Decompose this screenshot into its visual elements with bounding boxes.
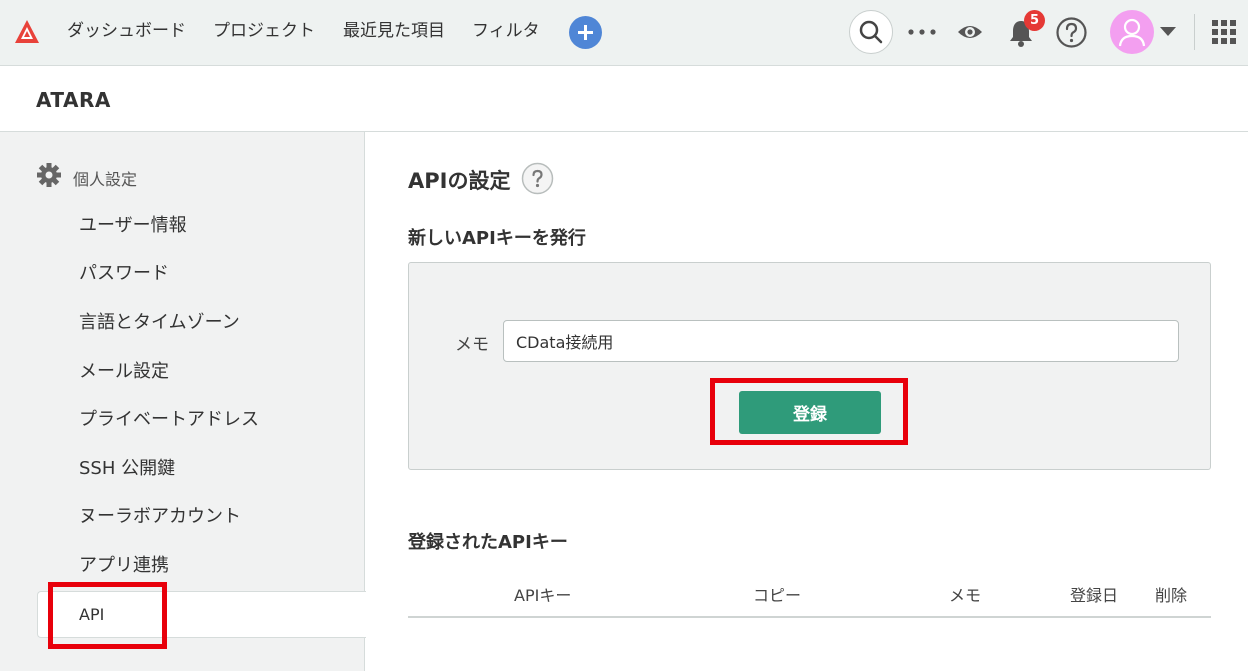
column-memo: メモ: [949, 586, 982, 605]
user-silhouette-icon: [1118, 18, 1146, 47]
nav-dashboard[interactable]: ダッシュボード: [67, 20, 186, 42]
chevron-down-icon[interactable]: [1160, 27, 1176, 36]
divider: [1194, 14, 1195, 50]
apps-grid-icon[interactable]: [1211, 19, 1237, 45]
sidebar-item-app-integration[interactable]: アプリ連携: [79, 554, 169, 578]
registered-api-keys-heading: 登録されたAPIキー: [408, 532, 568, 553]
sidebar-item-password[interactable]: パスワード: [79, 262, 169, 286]
page-title: APIの設定: [408, 169, 511, 193]
nav-projects[interactable]: プロジェクト: [213, 20, 315, 42]
memo-label: メモ: [455, 335, 489, 355]
space-header: ATARA: [0, 66, 1248, 132]
sidebar-item-mail-settings[interactable]: メール設定: [79, 360, 169, 384]
notification-badge: 5: [1024, 10, 1045, 31]
plus-icon[interactable]: [569, 16, 602, 49]
sidebar-item-nulab-account[interactable]: ヌーラボアカウント: [79, 505, 241, 529]
sidebar-item-language-timezone[interactable]: 言語とタイムゾーン: [79, 311, 240, 335]
nav-filter[interactable]: フィルタ: [472, 20, 540, 42]
eye-icon[interactable]: [956, 21, 984, 43]
column-copy: コピー: [753, 586, 802, 605]
sidebar-item-ssh-key[interactable]: SSH 公開鍵: [79, 457, 175, 481]
api-menu-highlight: [48, 582, 167, 649]
sidebar-section-label: 個人設定: [73, 170, 138, 189]
column-api-key: APIキー: [514, 586, 572, 605]
space-name[interactable]: ATARA: [36, 88, 111, 112]
sidebar-item-user-info[interactable]: ユーザー情報: [79, 214, 187, 238]
search-icon: [859, 20, 883, 44]
gear-icon: [37, 163, 61, 187]
backlog-logo[interactable]: [14, 19, 40, 45]
top-navigation-bar: ダッシュボード プロジェクト 最近見た項目 フィルタ 5: [0, 0, 1248, 66]
search-button[interactable]: [849, 10, 893, 54]
new-api-key-heading: 新しいAPIキーを発行: [408, 228, 586, 249]
more-dots-icon[interactable]: [907, 23, 937, 41]
help-icon[interactable]: [521, 162, 554, 195]
column-delete: 削除: [1155, 586, 1188, 605]
register-button-highlight: [710, 378, 908, 445]
sidebar-item-private-address[interactable]: プライベートアドレス: [79, 408, 259, 432]
nav-recent-items[interactable]: 最近見た項目: [343, 20, 445, 42]
column-registered-date: 登録日: [1070, 586, 1119, 605]
avatar-icon[interactable]: [1110, 10, 1154, 54]
api-keys-table-header: APIキー コピー メモ 登録日 削除: [408, 570, 1211, 618]
help-icon[interactable]: [1055, 16, 1088, 49]
memo-input[interactable]: [503, 320, 1179, 362]
